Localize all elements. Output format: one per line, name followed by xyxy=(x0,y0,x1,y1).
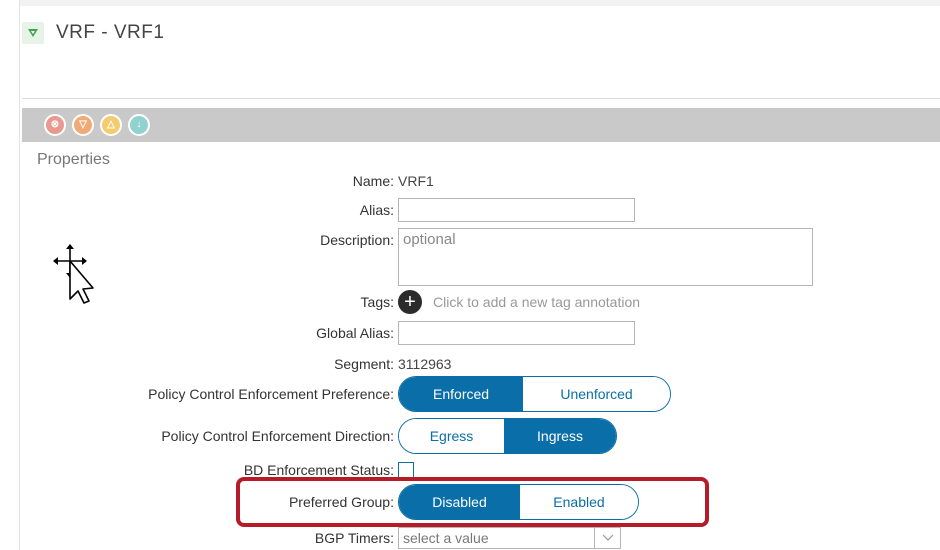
description-row: Description: optional xyxy=(0,228,940,286)
egress-option[interactable]: Egress xyxy=(399,419,505,453)
pc-dir-label: Policy Control Enforcement Direction: xyxy=(161,428,394,444)
segment-value: 3112963 xyxy=(398,356,452,372)
description-label: Description: xyxy=(320,232,394,248)
bd-status-checkbox[interactable] xyxy=(398,462,414,478)
alias-label: Alias: xyxy=(359,202,394,218)
segment-label: Segment: xyxy=(334,356,394,372)
name-value: VRF1 xyxy=(398,173,434,189)
alias-row: Alias: xyxy=(0,198,940,222)
add-tag-hint[interactable]: Click to add a new tag annotation xyxy=(433,294,640,310)
bgp-timers-label: BGP Timers: xyxy=(314,530,394,546)
pc-pref-label: Policy Control Enforcement Preference: xyxy=(148,386,394,402)
minor-fault-icon[interactable]: △ xyxy=(100,114,122,136)
bgp-timers-select[interactable]: select a value xyxy=(398,527,621,549)
name-row: Name: VRF1 xyxy=(0,169,940,193)
header-divider xyxy=(22,98,940,99)
enforced-option[interactable]: Enforced xyxy=(399,377,524,411)
alias-input[interactable] xyxy=(398,198,635,222)
fault-counts-bar: ⊗ ▽ △ ↓ xyxy=(22,108,940,142)
pc-dir-row: Policy Control Enforcement Direction: Eg… xyxy=(0,418,940,454)
pc-dir-toggle: Egress Ingress xyxy=(398,418,617,454)
bgp-timers-row: BGP Timers: select a value xyxy=(0,526,940,550)
move-cursor-icon xyxy=(52,243,96,305)
global-alias-label: Global Alias: xyxy=(316,325,394,341)
vrf-shield-icon xyxy=(22,22,44,44)
ingress-option[interactable]: Ingress xyxy=(504,419,616,453)
pc-pref-row: Policy Control Enforcement Preference: E… xyxy=(0,376,940,412)
page-header: VRF - VRF1 xyxy=(22,22,164,44)
preferred-group-highlight xyxy=(236,477,709,527)
chevron-down-icon[interactable] xyxy=(594,528,620,548)
critical-fault-icon[interactable]: ⊗ xyxy=(44,114,66,136)
bd-status-label: BD Enforcement Status: xyxy=(243,462,394,478)
unenforced-option[interactable]: Unenforced xyxy=(523,377,670,411)
tags-label: Tags: xyxy=(360,294,394,310)
description-textarea[interactable]: optional xyxy=(398,228,813,286)
global-alias-row: Global Alias: xyxy=(0,321,940,345)
pc-pref-toggle: Enforced Unenforced xyxy=(398,376,671,412)
top-strip xyxy=(20,0,940,6)
add-tag-icon[interactable]: + xyxy=(398,290,422,314)
page-title: VRF - VRF1 xyxy=(56,22,165,43)
tags-row: Tags: + Click to add a new tag annotatio… xyxy=(0,290,940,314)
global-alias-input[interactable] xyxy=(398,321,635,345)
bgp-timers-placeholder: select a value xyxy=(403,530,489,546)
segment-row: Segment: 3112963 xyxy=(0,352,940,376)
major-fault-icon[interactable]: ▽ xyxy=(72,114,94,136)
name-label: Name: xyxy=(352,173,394,189)
properties-heading: Properties xyxy=(37,151,110,168)
warning-fault-icon[interactable]: ↓ xyxy=(128,114,150,136)
